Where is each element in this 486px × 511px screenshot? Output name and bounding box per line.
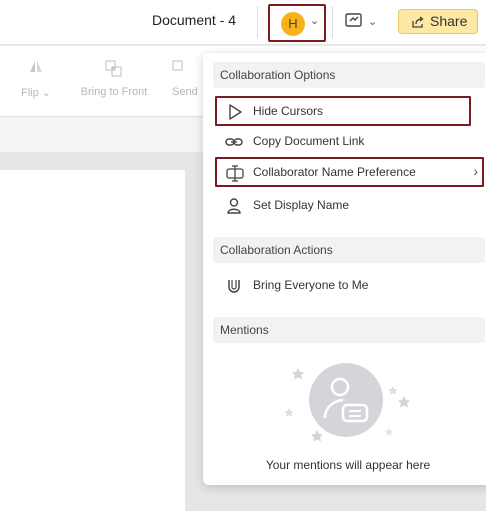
copy-document-link-item[interactable]: Copy Document Link	[215, 126, 471, 156]
bring-everyone-to-me-item[interactable]: Bring Everyone to Me	[215, 270, 471, 300]
collaboration-panel: Collaboration Options Hide Cursors Copy …	[203, 53, 486, 485]
share-button[interactable]: Share	[398, 9, 478, 34]
top-bar: Document - 4 H ⌄ ⌄ Share	[0, 0, 486, 45]
mentions-empty-text: Your mentions will appear here	[265, 458, 431, 472]
bring-to-front-icon	[76, 60, 152, 82]
chevron-right-icon: ›	[473, 163, 478, 179]
user-icon	[227, 198, 241, 214]
cursor-icon	[229, 104, 242, 120]
canvas-page[interactable]	[0, 170, 185, 511]
flip-icon	[16, 60, 56, 82]
chevron-down-icon: ⌄	[310, 15, 320, 27]
bring-everyone-to-me-label: Bring Everyone to Me	[253, 278, 369, 292]
collaborator-name-preference-item[interactable]: Collaborator Name Preference ›	[215, 157, 484, 187]
bring-to-front-tool[interactable]: Bring to Front	[76, 60, 152, 98]
mentions-header: Mentions	[213, 317, 485, 343]
collaborator-avatar-button[interactable]: H ⌄	[268, 4, 326, 42]
set-display-name-label: Set Display Name	[253, 198, 350, 212]
share-icon	[412, 16, 424, 28]
collaboration-actions-header: Collaboration Actions	[213, 237, 485, 263]
document-title[interactable]: Document - 4	[152, 12, 236, 28]
divider	[257, 6, 258, 38]
present-button[interactable]: ⌄	[343, 10, 381, 36]
chevron-down-icon: ⌄	[368, 16, 378, 28]
set-display-name-item[interactable]: Set Display Name	[215, 190, 471, 220]
flip-tool[interactable]: Flip ⌄	[16, 60, 56, 99]
bring-to-front-label: Bring to Front	[80, 86, 148, 98]
avatar: H	[281, 12, 305, 36]
copy-document-link-label: Copy Document Link	[253, 134, 365, 148]
divider	[332, 6, 333, 38]
present-icon	[345, 13, 362, 27]
hide-cursors-item[interactable]: Hide Cursors	[215, 96, 471, 126]
collaboration-options-header: Collaboration Options	[213, 62, 485, 88]
link-icon	[225, 138, 243, 146]
mentions-empty-illustration	[284, 363, 410, 442]
share-label: Share	[430, 13, 468, 29]
magnet-icon	[228, 280, 240, 293]
collaborator-name-preference-label: Collaborator Name Preference	[253, 165, 416, 179]
text-cursor-icon	[226, 165, 244, 182]
hide-cursors-label: Hide Cursors	[253, 104, 324, 118]
chevron-down-icon: ⌄	[41, 87, 51, 99]
flip-label: Flip	[20, 87, 39, 99]
